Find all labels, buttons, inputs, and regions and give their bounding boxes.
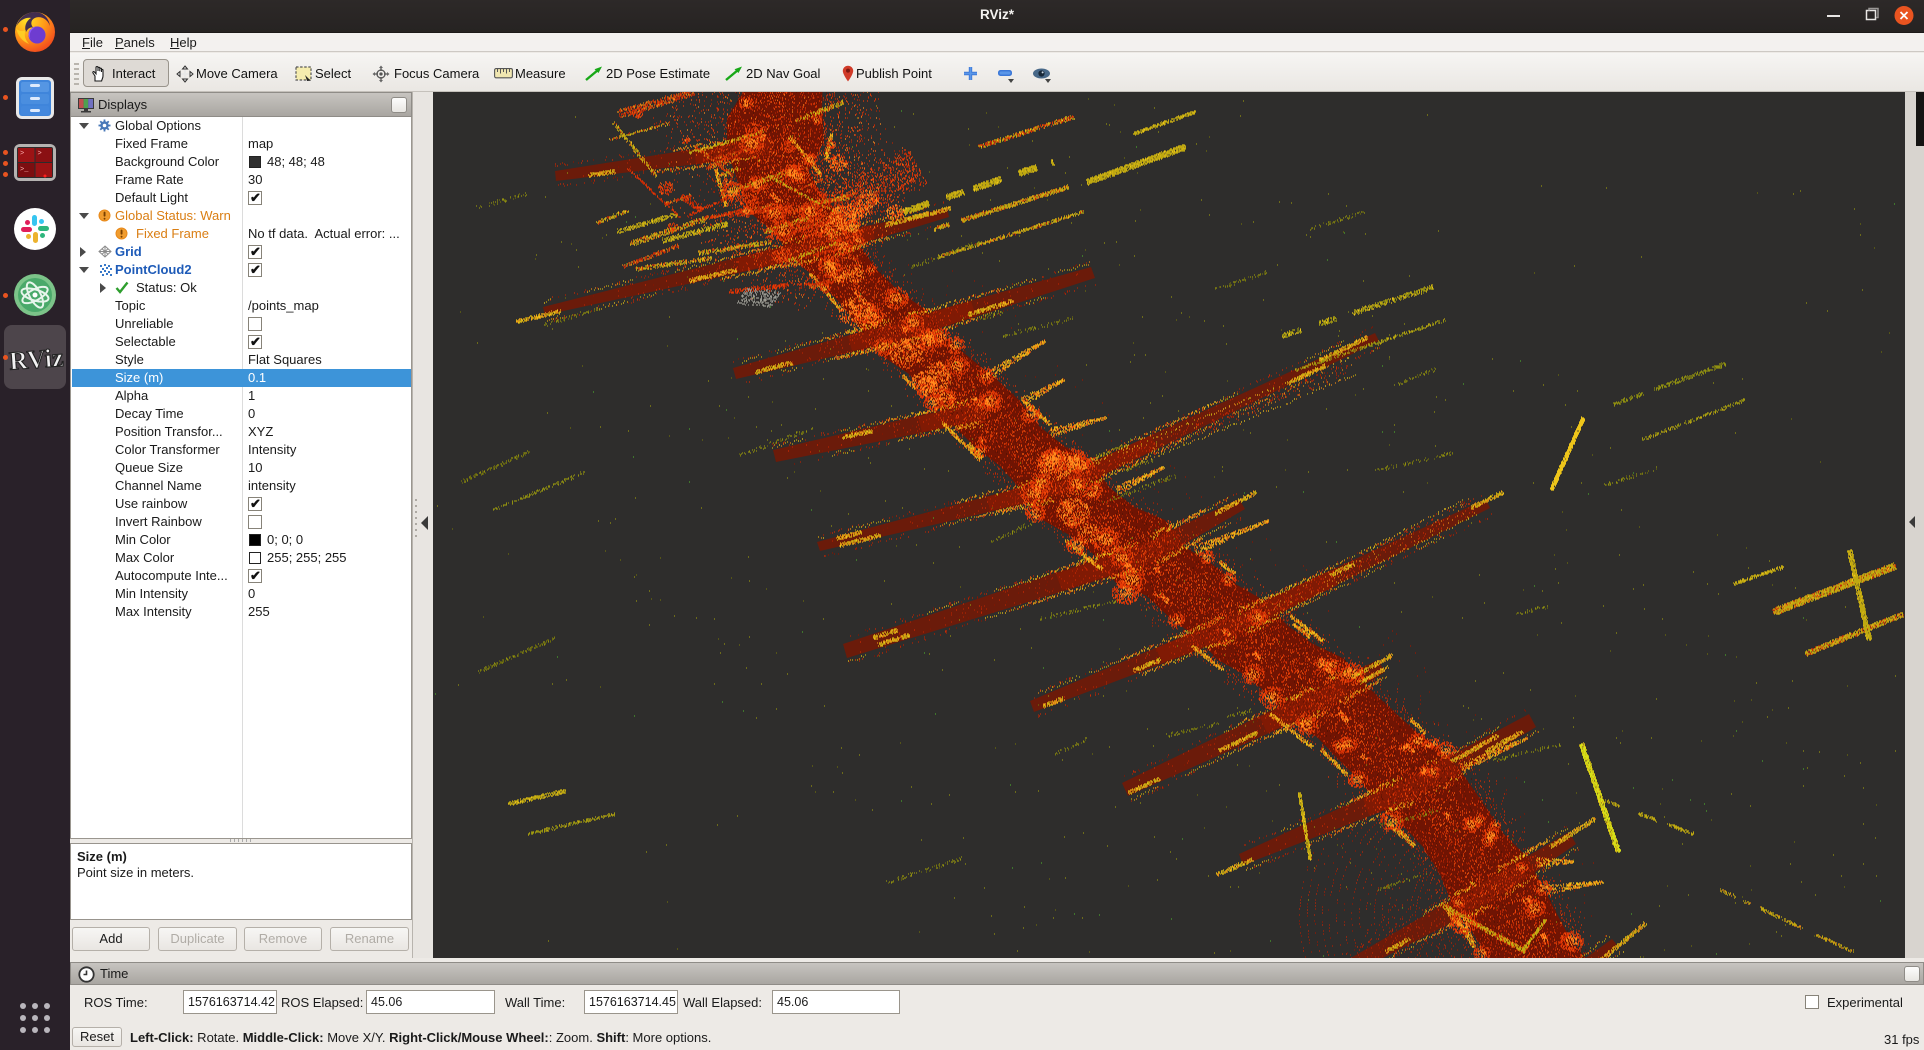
svg-text:>: > bbox=[20, 150, 24, 158]
svg-text:>: > bbox=[38, 150, 42, 158]
svg-text:>_: >_ bbox=[20, 166, 29, 174]
svg-text:RViz: RViz bbox=[8, 343, 64, 376]
